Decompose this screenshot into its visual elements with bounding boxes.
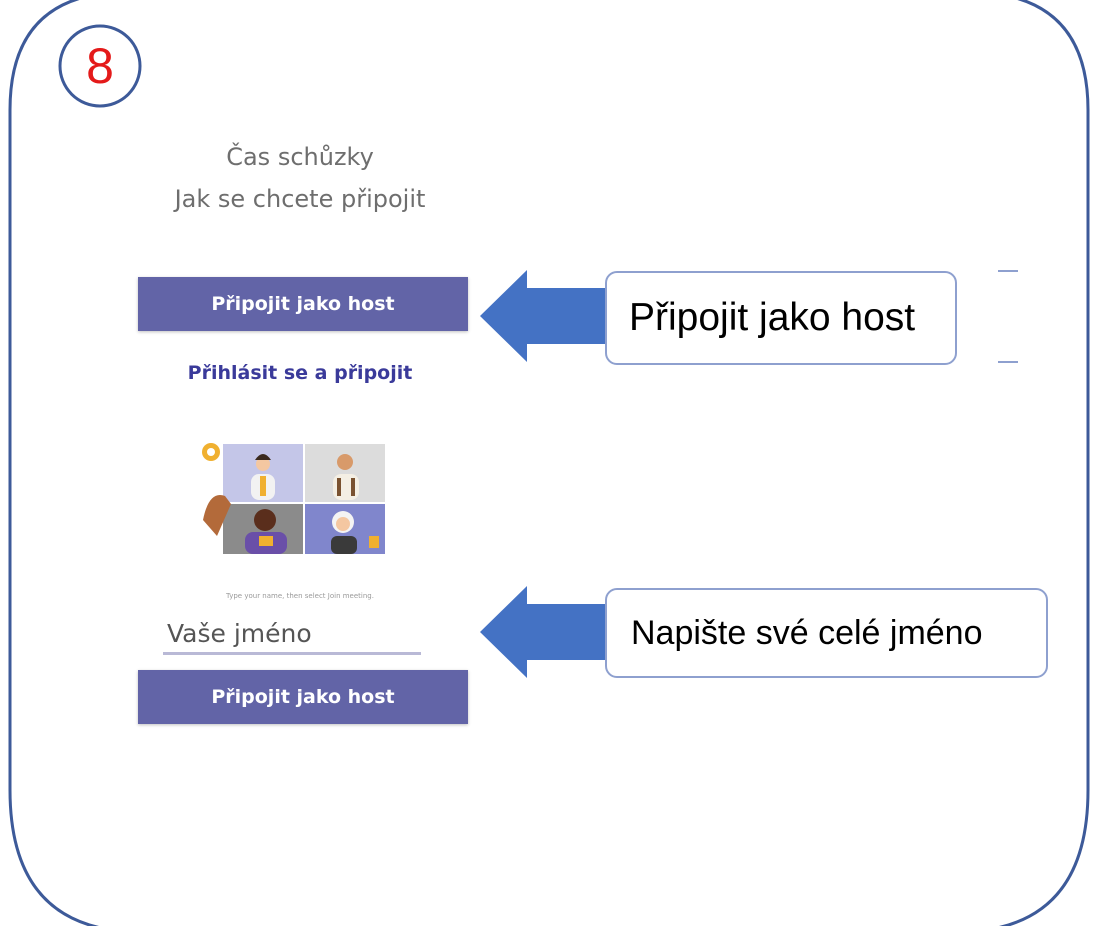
meeting-time-heading: Čas schůzky [226, 143, 374, 171]
sign-in-and-join-link[interactable]: Přihlásit se a připojit [100, 362, 500, 384]
step-number: 8 [86, 38, 114, 94]
arrow-left-icon [480, 270, 607, 362]
join-method-heading: Jak se chcete připojit [174, 185, 426, 213]
join-as-guest-callout: Připojit jako host [605, 271, 957, 365]
frame-decor [8, 0, 1090, 926]
rounded-frame [8, 0, 1090, 926]
join-as-guest-button[interactable]: Připojit jako host [138, 277, 468, 331]
guest-name-input[interactable] [163, 615, 421, 655]
enter-full-name-callout: Napište své celé jméno [605, 588, 1048, 678]
name-instruction: Type your name, then select Join meeting… [226, 592, 374, 600]
video-meeting-participants-illustration [202, 443, 385, 554]
join-as-guest-submit-button[interactable]: Připojit jako host [138, 670, 468, 724]
